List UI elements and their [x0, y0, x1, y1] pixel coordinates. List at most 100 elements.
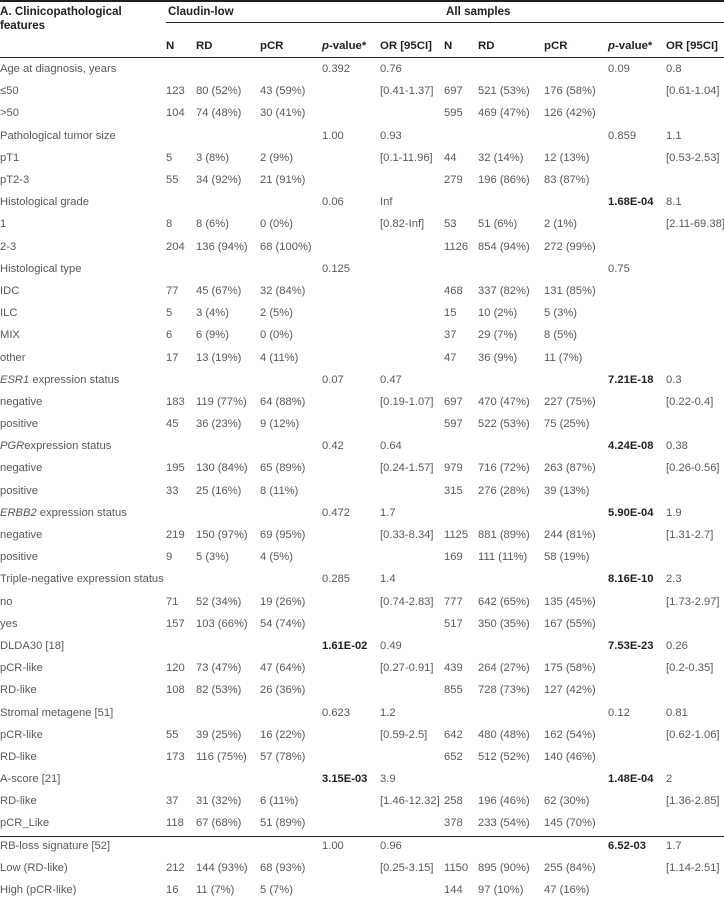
- cell-or-all: 8.1: [666, 191, 724, 213]
- cell-rd: 34 (92%): [196, 169, 260, 191]
- cell-or-value: 1.2: [380, 706, 396, 719]
- cell-n-value: 6: [166, 329, 173, 342]
- cell-pcr: 64 (88%): [260, 391, 322, 413]
- cell-n-value: 108: [166, 684, 185, 697]
- cell-n-all-value: 595: [444, 107, 463, 120]
- table-body: A. Clinicopathological features Claudin-l…: [0, 0, 724, 901]
- cell-n-value: 37: [166, 795, 179, 808]
- cell-pvalue-all-value: 7.53E-23: [608, 639, 654, 652]
- group-header-all-samples-label: All samples: [444, 0, 724, 23]
- cell-pvalue: [322, 724, 380, 746]
- feature-label: Stromal metagene [51]: [0, 706, 114, 719]
- table-row: Low (RD-like) 212 144 (93%) 68 (93%) [0.25-3…: [0, 857, 724, 879]
- cell-pcr-all-value: 8 (5%): [544, 329, 577, 342]
- cell-rd-all-value: 233 (54%): [478, 817, 530, 830]
- table-row: 1 8 8 (6%) 0 (0%) [0.82-Inf] 53 51 (6%) 2 (1%) […: [0, 213, 724, 235]
- column-header-label: OR [95CI]: [380, 40, 432, 52]
- cell-n-all-value: 144: [444, 884, 463, 897]
- cell-pvalue-value: 0.07: [322, 373, 344, 386]
- cell-rd-value: 103 (66%): [196, 617, 248, 630]
- cell-pcr-value: 16 (22%): [260, 728, 306, 741]
- cell-or: [0.27-0.91]: [380, 657, 444, 679]
- cell-n: [166, 635, 196, 657]
- cell-pvalue-all: [608, 480, 666, 502]
- cell-pcr: 68 (93%): [260, 857, 322, 879]
- cell-pcr-all-value: 175 (58%): [544, 662, 596, 675]
- cell-n-all-value: 44: [444, 151, 457, 164]
- cell-n-all-value: 47: [444, 351, 457, 364]
- pvalue-italic-p: p: [322, 40, 329, 52]
- cell-rd: [196, 701, 260, 723]
- cell-rd: 25 (16%): [196, 480, 260, 502]
- table-row: RD-like 173 116 (75%) 57 (78%) 652 512 (52%) 1…: [0, 746, 724, 768]
- feature-group-row: Age at diagnosis, years 0.392 0.76 0.09 0.8: [0, 58, 724, 81]
- cell-rd-value: 3 (8%): [196, 151, 229, 164]
- cell-pcr-all-value: 2 (1%): [544, 218, 577, 231]
- cell-n-all: 258: [444, 790, 478, 812]
- cell-or-all: [1.73-2.97]: [666, 591, 724, 613]
- cell-n: [166, 768, 196, 790]
- cell-rd-value: 130 (84%): [196, 462, 248, 475]
- cell-n: [166, 258, 196, 280]
- cell-n-all-value: 1150: [444, 861, 469, 874]
- cell-pvalue: [322, 302, 380, 324]
- cell-pvalue: 0.06: [322, 191, 380, 213]
- feature-name: Stromal metagene [51]: [0, 701, 166, 723]
- cell-rd: 52 (34%): [196, 591, 260, 613]
- cell-n-value: 104: [166, 107, 185, 120]
- cell-n-all: 1126: [444, 236, 478, 258]
- cell-pvalue: [322, 391, 380, 413]
- cell-n-all: [444, 58, 478, 81]
- cell-n: 183: [166, 391, 196, 413]
- cell-pvalue-all: 7.21E-18: [608, 369, 666, 391]
- cell-n-value: 219: [166, 529, 185, 542]
- cell-pvalue-all-value: 1.48E-04: [608, 773, 654, 786]
- cell-or-value: [0.27-0.91]: [380, 662, 434, 675]
- table-row: positive 45 36 (23%) 9 (12%) 597 522 (53%) 75 …: [0, 413, 724, 435]
- cell-pvalue-all-value: 7.21E-18: [608, 373, 654, 386]
- cell-pcr-value: 57 (78%): [260, 750, 306, 763]
- cell-n-all: 15: [444, 302, 478, 324]
- cell-rd: 67 (68%): [196, 812, 260, 834]
- cell-pvalue-all: [608, 324, 666, 346]
- cell-or-all-value: 0.38: [666, 440, 688, 453]
- feature-label: High (pCR-like): [0, 884, 77, 897]
- column-header-col-n: N: [166, 35, 196, 58]
- cell-n: 37: [166, 790, 196, 812]
- cell-rd: 136 (94%): [196, 236, 260, 258]
- cell-n-all: 53: [444, 213, 478, 235]
- cell-or-value: [0.19-1.07]: [380, 395, 434, 408]
- cell-or-all-value: 1.9: [666, 506, 682, 519]
- cell-n-value: 9: [166, 551, 173, 564]
- cell-rd-value: 136 (94%): [196, 240, 248, 253]
- cell-pvalue-value: 0.06: [322, 196, 344, 209]
- gene-symbol: PGR: [0, 440, 25, 453]
- cell-n-value: 5: [166, 151, 173, 164]
- cell-n-all: 378: [444, 812, 478, 834]
- cell-pcr-all: 227 (75%): [544, 391, 608, 413]
- cell-or-all: 2: [666, 768, 724, 790]
- cell-pvalue: [322, 812, 380, 834]
- column-header-col-or: OR [95CI]: [380, 35, 445, 58]
- cell-pvalue-value: 0.392: [322, 63, 350, 76]
- cell-n: 157: [166, 613, 196, 635]
- cell-n-all-value: 697: [444, 85, 463, 98]
- cell-rd-all: 51 (6%): [478, 213, 544, 235]
- cell-pcr-all-value: 39 (13%): [544, 484, 590, 497]
- cell-n: 6: [166, 324, 196, 346]
- cell-or: [0.82-Inf]: [380, 213, 444, 235]
- cell-n-all-value: 777: [444, 595, 463, 608]
- cell-n-all: [444, 635, 478, 657]
- cell-pcr-all: 5 (3%): [544, 302, 608, 324]
- cell-pcr-all: 162 (54%): [544, 724, 608, 746]
- cell-or-all: [666, 812, 724, 834]
- cell-pcr-all-value: 12 (13%): [544, 151, 590, 164]
- column-header-label: N: [166, 40, 175, 52]
- cell-pvalue-all: 4.24E-08: [608, 435, 666, 457]
- cell-or: [380, 480, 444, 502]
- cell-n-value: 123: [166, 85, 185, 98]
- cell-n-value: 8: [166, 218, 173, 231]
- column-header-col-or-all: OR [95CI]: [666, 35, 724, 58]
- cell-rd-all: 854 (94%): [478, 236, 544, 258]
- cell-n-all-value: 642: [444, 728, 463, 741]
